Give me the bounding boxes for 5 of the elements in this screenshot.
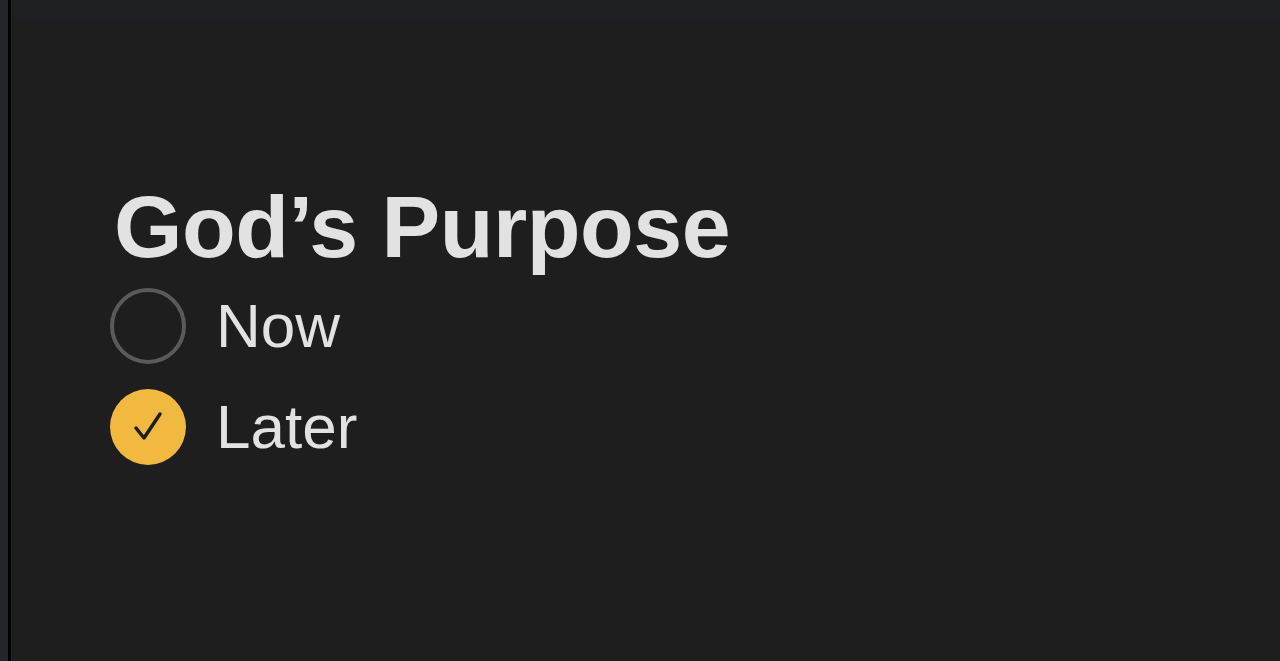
checklist-item-text: Later (216, 391, 358, 463)
checklist-item-text: Now (216, 290, 341, 362)
checkbox[interactable] (110, 288, 186, 364)
checkmark-icon (134, 412, 162, 440)
checkbox[interactable] (110, 389, 186, 465)
